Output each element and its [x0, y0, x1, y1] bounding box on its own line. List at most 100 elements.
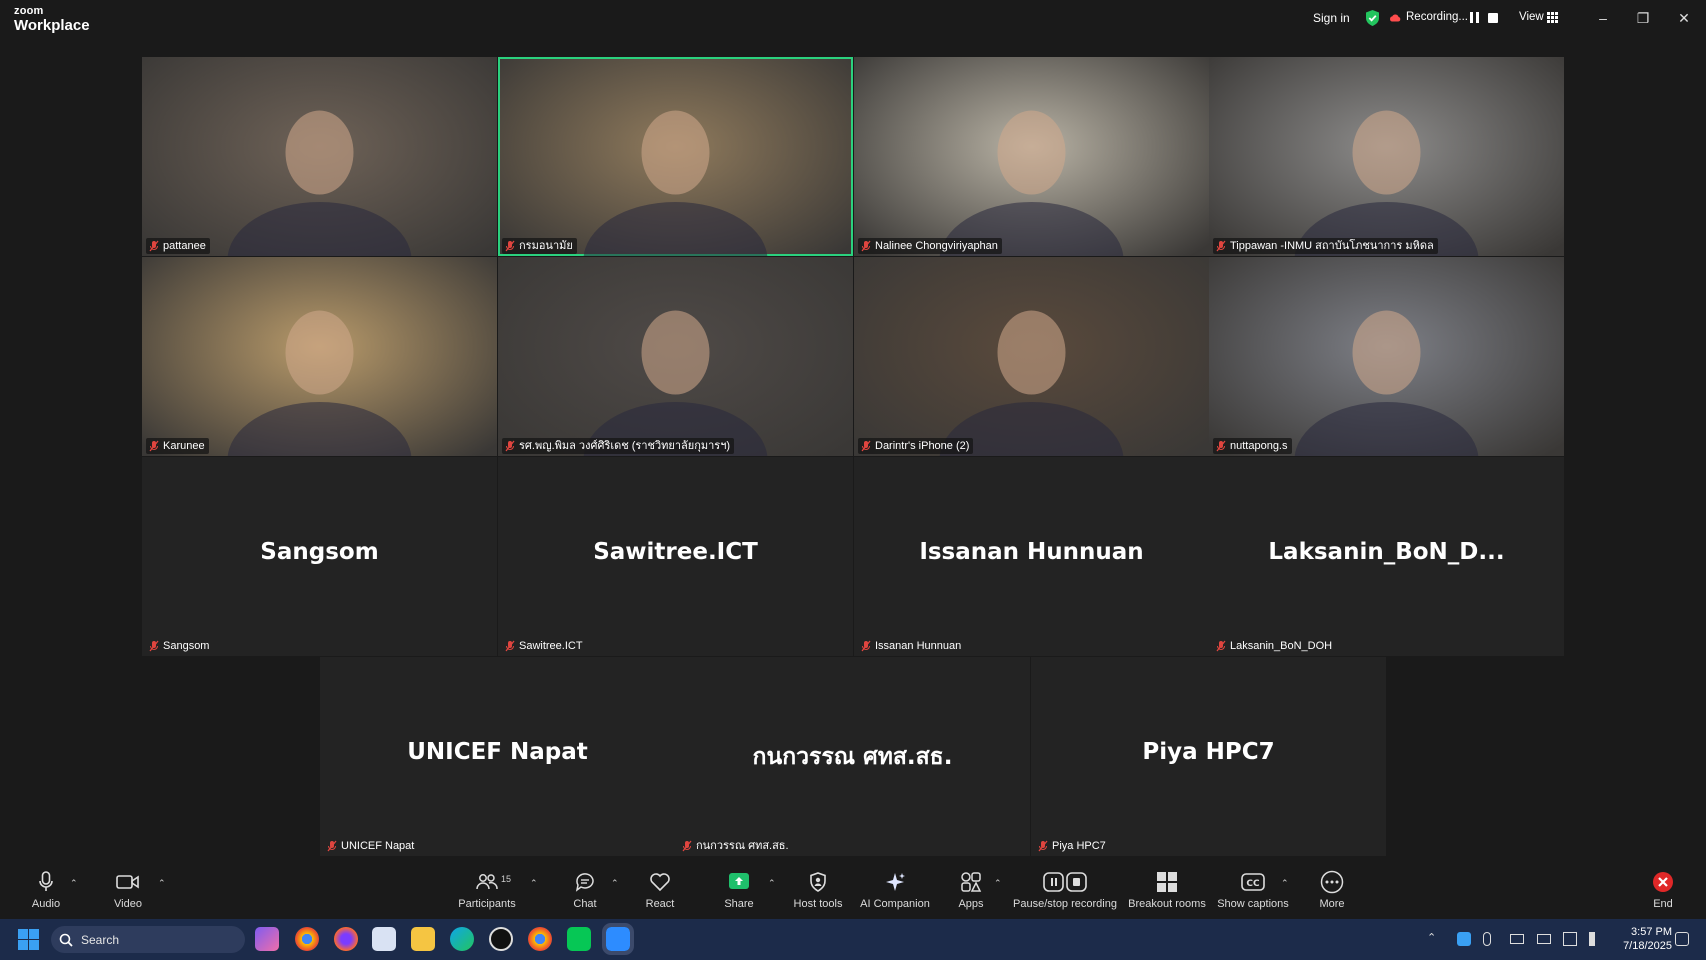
keyboard-icon[interactable] [1510, 934, 1524, 944]
apps-button[interactable]: Apps [931, 870, 1011, 910]
captions-options-caret-icon[interactable]: ⌃ [1281, 878, 1289, 889]
participant-tile[interactable]: Sawitree.ICT Sawitree.ICT [498, 457, 853, 656]
file-explorer-app-icon[interactable] [411, 927, 435, 951]
participant-name-label: Karunee [146, 438, 209, 454]
display-icon[interactable] [1537, 934, 1551, 944]
chat-options-caret-icon[interactable]: ⌃ [611, 878, 619, 889]
breakout-rooms-button[interactable]: Breakout rooms [1127, 870, 1207, 910]
participant-name-label: Sawitree.ICT [502, 638, 587, 654]
participant-tile[interactable]: Tippawan -INMU สถาบันโภชนาการ มหิดล [1209, 57, 1564, 256]
participant-name: กนกวรรณ ศทส.สธ. [696, 840, 789, 852]
participant-name: Laksanin_BoN_DOH [1230, 640, 1333, 652]
snipping-tool-app-icon[interactable] [372, 927, 396, 951]
obs-app-icon[interactable] [489, 927, 513, 951]
copilot-app-icon[interactable] [255, 927, 279, 951]
participant-name: UNICEF Napat [341, 840, 415, 852]
participant-display-name: Issanan Hunnuan [919, 539, 1144, 565]
participant-tile[interactable]: pattanee [142, 57, 497, 256]
more-button[interactable]: More [1292, 870, 1372, 910]
video-feed [227, 110, 412, 256]
video-feed [227, 310, 412, 456]
participant-name: Sawitree.ICT [519, 640, 583, 652]
audio-label: Audio [31, 898, 61, 910]
windows-start-icon[interactable] [18, 929, 39, 950]
brand-name: Workplace [14, 17, 90, 34]
share-screen-icon [729, 873, 749, 889]
muted-microphone-icon [149, 240, 159, 252]
volume-icon[interactable] [1589, 932, 1599, 946]
pause-stop-recording-button[interactable]: Pause/stop recording [1010, 870, 1120, 910]
minimize-button[interactable]: – [1593, 8, 1613, 28]
participant-tile[interactable]: nuttapong.s [1209, 257, 1564, 456]
share-options-caret-icon[interactable]: ⌃ [768, 878, 776, 889]
audio-button[interactable]: Audio [6, 870, 86, 910]
participants-button[interactable]: Participants [447, 870, 527, 910]
participant-tile[interactable]: Nalinee Chongviriyaphan [854, 57, 1209, 256]
participant-tile[interactable]: กนกวรรณ ศทส.สธ. กนกวรรณ ศทส.สธ. [675, 657, 1030, 856]
close-window-button[interactable]: ✕ [1674, 8, 1694, 28]
pause-recording-icon[interactable] [1470, 12, 1480, 24]
participant-tile[interactable]: Darintr's iPhone (2) [854, 257, 1209, 456]
apps-label: Apps [958, 898, 984, 910]
breakout-rooms-icon [1157, 872, 1177, 892]
end-x-icon [1653, 872, 1673, 892]
taskbar-search-box[interactable]: Search [51, 926, 245, 953]
participants-options-caret-icon[interactable]: ⌃ [530, 878, 538, 889]
share-button[interactable]: Share [699, 870, 779, 910]
notifications-icon[interactable] [1675, 932, 1689, 946]
participant-display-name: Sangsom [260, 539, 379, 565]
tray-app-icon[interactable] [1457, 932, 1471, 946]
edge-app-icon[interactable] [450, 927, 474, 951]
stop-recording-icon[interactable] [1488, 13, 1498, 23]
chrome-app-icon[interactable] [295, 927, 319, 951]
participant-name: nuttapong.s [1230, 440, 1288, 452]
network-icon[interactable] [1563, 932, 1577, 946]
ai-companion-label: AI Companion [860, 898, 930, 910]
restore-button[interactable]: ❐ [1633, 8, 1653, 28]
participant-tile[interactable]: Laksanin_BoN_D... Laksanin_BoN_DOH [1209, 457, 1564, 656]
participant-tile[interactable]: UNICEF Napat UNICEF Napat [320, 657, 675, 856]
react-button[interactable]: React [620, 870, 700, 910]
pause-stop-recording-label: Pause/stop recording [1013, 898, 1117, 910]
view-button[interactable]: View [1519, 11, 1544, 23]
participant-tile[interactable]: Piya HPC7 Piya HPC7 [1031, 657, 1386, 856]
participant-tile[interactable]: กรมอนามัย [498, 57, 853, 256]
end-meeting-button[interactable]: End [1623, 870, 1703, 910]
participant-name-label: Tippawan -INMU สถาบันโภชนาการ มหิดล [1213, 238, 1438, 254]
video-feed [583, 310, 768, 456]
participants-icon [476, 874, 498, 890]
video-feed [1294, 310, 1479, 456]
participant-tile[interactable]: Sangsom Sangsom [142, 457, 497, 656]
show-captions-button[interactable]: CC Show captions [1213, 870, 1293, 910]
line-app-icon[interactable] [567, 927, 591, 951]
gallery-grid-icon[interactable] [1547, 12, 1558, 23]
more-label: More [1319, 898, 1345, 910]
zoom-app-icon[interactable] [602, 923, 634, 955]
participant-tile[interactable]: Karunee [142, 257, 497, 456]
taskbar-clock[interactable]: 3:57 PM 7/18/2025 [1617, 925, 1672, 953]
participant-name: Sangsom [163, 640, 210, 652]
video-options-caret-icon[interactable]: ⌃ [158, 878, 166, 889]
sign-in-button[interactable]: Sign in [1313, 11, 1350, 25]
breakout-rooms-label: Breakout rooms [1128, 898, 1206, 910]
audio-options-caret-icon[interactable]: ⌃ [70, 878, 78, 889]
firefox-app-icon[interactable] [334, 927, 358, 951]
tray-microphone-icon[interactable] [1483, 932, 1491, 946]
ai-companion-button[interactable]: AI Companion [855, 870, 935, 910]
participant-tile[interactable]: รศ.พญ.พิมล วงศ์ศิริเดช (ราชวิทยาลัยกุมาร… [498, 257, 853, 456]
participant-name-label: Sangsom [146, 638, 213, 654]
video-button[interactable]: Video [88, 870, 168, 910]
video-feed [939, 110, 1124, 256]
brand-small: zoom [14, 5, 44, 17]
apps-options-caret-icon[interactable]: ⌃ [994, 878, 1002, 889]
host-tools-button[interactable]: Host tools [778, 870, 858, 910]
participant-name-label: Piya HPC7 [1035, 838, 1110, 854]
chrome-profile-app-icon[interactable] [528, 927, 552, 951]
participant-name-label: nuttapong.s [1213, 438, 1292, 454]
encryption-shield-icon[interactable] [1365, 10, 1380, 26]
tray-overflow-icon[interactable]: ⌃ [1427, 931, 1436, 944]
participant-name: Darintr's iPhone (2) [875, 440, 970, 452]
more-ellipsis-icon [1320, 870, 1344, 894]
participant-tile[interactable]: Issanan Hunnuan Issanan Hunnuan [854, 457, 1209, 656]
chat-button[interactable]: Chat [545, 870, 625, 910]
